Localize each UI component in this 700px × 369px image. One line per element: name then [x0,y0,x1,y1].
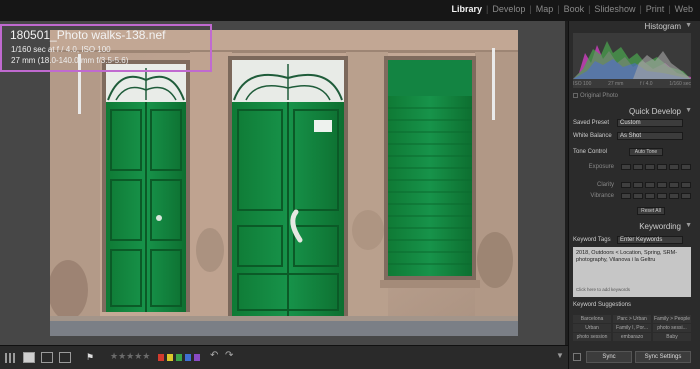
suggestion-chip[interactable]: photo session [573,333,611,341]
reset-all-button[interactable]: Reset All [637,207,665,215]
right-panel: Histogram ▼ ISO 100 27 mm f / 4.0 1/160 … [568,21,700,369]
exposure-adjust-buttons[interactable] [621,164,691,170]
module-map[interactable]: Map [533,4,557,14]
loupe-view-button[interactable] [23,352,35,363]
info-filename: 180501_Photo walks-138.nef [10,28,166,42]
quick-develop-header[interactable]: Quick Develop ▼ [569,107,695,118]
quick-develop-title: Quick Develop [628,107,681,116]
compare-view-button[interactable] [41,352,53,363]
suggestion-chip[interactable]: embarazo [613,333,651,341]
vibrance-adjust-buttons[interactable] [621,193,691,199]
auto-tone-button[interactable]: Auto Tone [629,148,663,156]
original-photo-checkbox[interactable]: Original Photo [573,93,618,99]
suggestion-chip[interactable]: Family > People [653,315,691,323]
info-exposure: 1/160 sec at f / 4.0, ISO 100 [11,45,111,54]
exposure-label: Exposure [588,164,614,170]
keyword-tags-label: Keyword Tags [573,237,611,243]
collapse-triangle-icon: ▼ [685,22,692,29]
survey-view-button[interactable] [59,352,71,363]
rotate-right-icon[interactable]: ↷ [225,350,233,361]
label-blue-swatch[interactable] [185,354,191,361]
saved-preset-label: Saved Preset [573,120,610,126]
suggestion-chip[interactable]: Barcelona [573,315,611,323]
auto-sync-switch[interactable] [573,353,581,361]
label-purple-swatch[interactable] [194,354,200,361]
keywording-title: Keywording [639,222,681,231]
white-balance-label: White Balance [573,133,612,139]
module-web[interactable]: Web [672,4,696,14]
vibrance-label: Vibrance [590,193,614,199]
module-bar: Library | Develop | Map | Book | Slideshow | Print… [0,0,700,21]
keywords-textarea[interactable]: 2018, Outdoors < Location, Spring, SRM-p… [573,247,691,297]
module-develop[interactable]: Develop [489,4,528,14]
suggestion-chip[interactable]: photo sessi... [653,324,691,332]
keyword-suggestions-title[interactable]: Keyword Suggestions [573,302,631,308]
label-yellow-swatch[interactable] [167,354,173,361]
keyword-tags-select[interactable]: Enter Keywords [617,236,683,244]
photo-image [50,30,518,336]
grid-view-button[interactable] [5,353,17,363]
rotate-left-icon[interactable]: ↶ [210,350,218,361]
suggestion-chip[interactable]: Parc > Urban [613,315,651,323]
collapse-triangle-icon: ▼ [685,107,692,114]
histogram-meta: ISO 100 27 mm f / 4.0 1/160 sec [573,81,691,87]
sync-button[interactable]: Sync [586,351,632,363]
saved-preset-select[interactable]: Custom [617,119,683,127]
module-print[interactable]: Print [643,4,668,14]
histogram-title: Histogram [644,22,681,31]
keywords-text: 2018, Outdoors < Location, Spring, SRM-p… [576,250,678,263]
tone-control-label: Tone Control [573,149,608,155]
photo-preview[interactable] [50,30,518,336]
white-balance-select[interactable]: As Shot [617,132,683,140]
suggestion-chip[interactable]: Urban [573,324,611,332]
info-lens: 27 mm (18.0-140.0 mm f/3.5-5.6) [11,56,129,65]
histogram-graph [573,33,691,88]
suggestion-chip[interactable]: Family I, Por... [613,324,651,332]
checkbox-icon [573,93,578,98]
chevron-down-icon[interactable]: ▼ [556,351,564,362]
histogram-header[interactable]: Histogram ▼ [569,22,695,33]
suggestion-chip[interactable]: Baby [653,333,691,341]
bottom-toolbar: ⚑ ★★★★★ ↶ ↷ ▼ [0,345,568,369]
keywording-header[interactable]: Keywording ▼ [569,222,695,233]
collapse-triangle-icon: ▼ [685,222,692,229]
label-red-swatch[interactable] [158,354,164,361]
flag-icon[interactable]: ⚑ [86,352,94,363]
keywords-hint: Click here to add keywords [576,287,631,292]
star-rating[interactable]: ★★★★★ [110,351,150,362]
module-book[interactable]: Book [561,4,588,14]
label-green-swatch[interactable] [176,354,182,361]
clarity-adjust-buttons[interactable] [621,182,691,188]
sync-settings-button[interactable]: Sync Settings [635,351,691,363]
module-library[interactable]: Library [448,4,485,14]
clarity-label: Clarity [596,182,614,188]
module-picker: Library | Develop | Map | Book | Slideshow | Print… [448,4,696,14]
module-slideshow[interactable]: Slideshow [591,4,638,14]
